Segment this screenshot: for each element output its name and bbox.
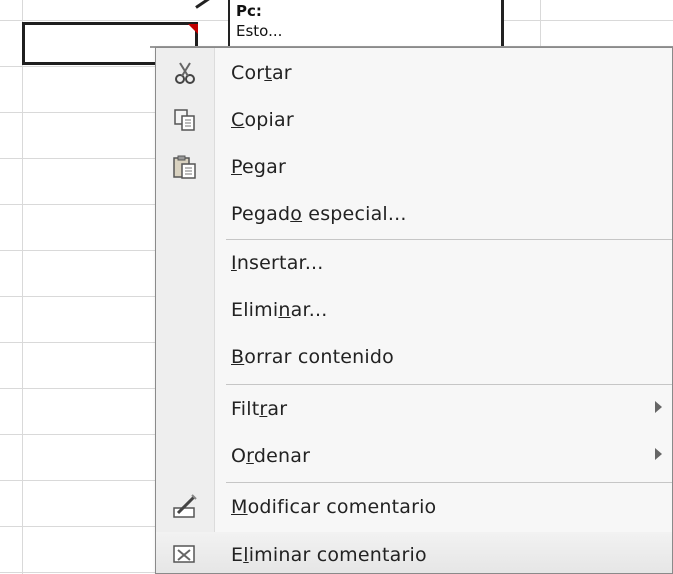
scissors-icon (172, 60, 198, 86)
menu-item-label: Pegado especial... (231, 203, 407, 225)
context-menu: Cortar Copiar Pegar Pegado especial... I… (155, 47, 673, 574)
menu-item-delete-comment[interactable]: Eliminar comentario (156, 532, 672, 573)
menu-item-copy[interactable]: Copiar (156, 97, 672, 144)
menu-item-insert[interactable]: Insertar... (156, 240, 672, 287)
menu-item-label: Eliminar... (231, 299, 328, 321)
comment-author: Pc: (236, 2, 262, 20)
paste-icon (172, 154, 198, 180)
comment-indicator (188, 24, 198, 34)
submenu-arrow-icon (655, 401, 662, 413)
menu-item-edit-comment[interactable]: Modificar comentario (156, 484, 672, 531)
menu-item-delete[interactable]: Eliminar... (156, 287, 672, 334)
copy-icon (172, 107, 198, 133)
menu-item-label: Filtrar (231, 398, 288, 420)
comment-box[interactable]: Pc: Esto... (228, 0, 504, 50)
menu-item-label: Borrar contenido (231, 346, 394, 368)
menu-item-label: Modificar comentario (231, 496, 437, 518)
menu-item-filter[interactable]: Filtrar (156, 386, 672, 433)
menu-item-sort[interactable]: Ordenar (156, 433, 672, 480)
menu-item-label: Copiar (231, 109, 294, 131)
menu-separator (226, 482, 672, 483)
menu-item-cut[interactable]: Cortar (156, 50, 672, 97)
submenu-arrow-icon (655, 448, 662, 460)
comment-text: Esto... (236, 22, 283, 40)
menu-item-label: Insertar... (231, 252, 324, 274)
menu-item-paste[interactable]: Pegar (156, 144, 672, 191)
menu-item-paste-special[interactable]: Pegado especial... (156, 191, 672, 238)
menu-item-label: Pegar (231, 156, 286, 178)
menu-item-label: Cortar (231, 62, 292, 84)
menu-item-clear-contents[interactable]: Borrar contenido (156, 334, 672, 381)
edit-comment-icon (172, 494, 198, 520)
delete-comment-icon (172, 542, 198, 568)
menu-item-label: Ordenar (231, 445, 311, 467)
menu-separator (226, 384, 672, 385)
menu-item-label: Eliminar comentario (231, 544, 427, 566)
